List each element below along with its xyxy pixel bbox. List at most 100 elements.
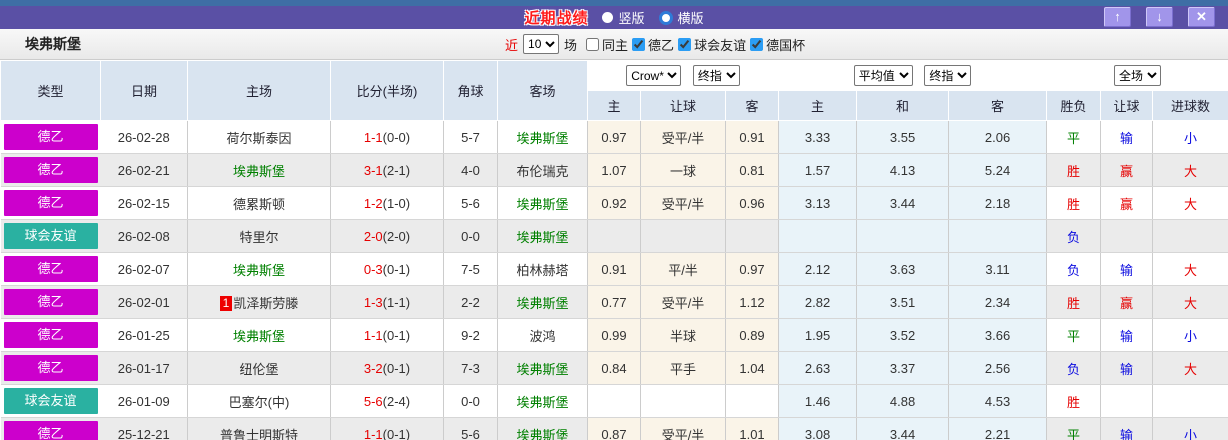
goals-result: 大 (1152, 153, 1228, 187)
corner-score: 7-5 (443, 252, 498, 286)
avg-home: 1.95 (778, 318, 858, 352)
away-team: 埃弗斯堡 (497, 120, 588, 154)
odds-handicap (640, 219, 726, 253)
radio-selected-icon[interactable] (602, 12, 614, 23)
results-table: 类型 日期 主场 比分(半场) 角球 客场 Crow* 终指 平均值 终指 全场 (0, 60, 1228, 440)
average-select[interactable]: 平均值 (853, 65, 913, 86)
radio-vertical-layout[interactable]: 竖版 (602, 8, 645, 27)
avg-draw: 3.44 (856, 417, 950, 440)
average-final-select[interactable]: 终指 (924, 65, 972, 86)
recent-count-select[interactable]: 10 (523, 34, 560, 54)
radio-horizontal-label: 横版 (677, 11, 704, 26)
score: 1-1(0-1) (330, 417, 444, 440)
scope-select[interactable]: 全场 (1114, 65, 1162, 86)
league-type: 球会友谊 (0, 219, 101, 253)
result: 胜 (1046, 153, 1102, 187)
radio-unselected-icon[interactable] (658, 10, 673, 25)
checkbox-input-德国杯[interactable] (750, 37, 764, 51)
odds-away (725, 219, 780, 253)
odds-handicap: 受平/半 (640, 285, 726, 319)
close-button[interactable]: ✕ (1188, 7, 1215, 27)
subheader-avg-home: 主 (778, 90, 858, 121)
odds-home: 0.77 (587, 285, 641, 319)
radio-horizontal-layout[interactable]: 横版 (658, 8, 704, 27)
match-date: 26-01-09 (100, 384, 188, 418)
avg-draw: 3.44 (856, 186, 950, 220)
window-buttons: ↑ ↓ ✕ (1104, 7, 1215, 27)
away-team: 布伦瑞克 (497, 153, 588, 187)
titlebar: 近期战绩 竖版 横版 ↑ ↓ ✕ (0, 6, 1228, 29)
home-team: 1 凯泽斯劳滕 (187, 285, 331, 319)
odds-handicap: 平/半 (640, 252, 726, 286)
league-badge: 德乙 (3, 421, 98, 440)
table-row: 球会友谊 26-02-08 特里尔 2-0(2-0) 0-0 埃弗斯堡 负 (0, 219, 1228, 253)
corner-score: 5-6 (443, 417, 498, 440)
odds-home: 0.97 (587, 120, 641, 154)
checkbox-input-球会友谊[interactable] (678, 37, 692, 51)
score: 0-3(0-1) (330, 252, 444, 286)
avg-home: 1.46 (778, 384, 858, 418)
home-team: 埃弗斯堡 (187, 318, 331, 352)
subheader-odds-away: 客 (724, 90, 780, 121)
odds-handicap (640, 384, 726, 418)
odds-home: 0.84 (587, 351, 641, 385)
checkbox-label: 球会友谊 (694, 37, 747, 53)
checkbox-input-德乙[interactable] (632, 37, 646, 51)
result: 负 (1046, 351, 1102, 385)
team-name: 埃弗斯堡 (25, 36, 81, 52)
results-tbody: 德乙 26-02-28 荷尔斯泰因 1-1(0-0) 5-7 埃弗斯堡 0.97 受平/半 0.… (0, 120, 1228, 440)
corner-score: 0-0 (443, 219, 498, 253)
odds-source-select[interactable]: Crow* (626, 65, 682, 86)
move-up-button[interactable]: ↑ (1104, 7, 1131, 27)
odds-handicap: 一球 (640, 153, 726, 187)
odds-handicap: 受平/半 (640, 417, 726, 440)
goals-result: 小 (1152, 318, 1228, 352)
result: 负 (1046, 219, 1102, 253)
avg-home: 3.13 (778, 186, 858, 220)
score: 5-6(2-4) (330, 384, 444, 418)
col-header-score: 比分(半场) (330, 60, 444, 121)
goals-result (1152, 219, 1228, 253)
filter-checkbox-球会友谊[interactable]: 球会友谊 (674, 35, 746, 54)
avg-home: 3.33 (778, 120, 858, 154)
header-row-top: 类型 日期 主场 比分(半场) 角球 客场 Crow* 终指 平均值 终指 全场 (0, 60, 1228, 121)
handicap-result: 赢 (1100, 153, 1154, 187)
checkbox-input-同主[interactable] (586, 37, 600, 51)
odds-away: 0.91 (725, 120, 780, 154)
handicap-result: 输 (1100, 351, 1154, 385)
league-badge: 德乙 (3, 157, 98, 183)
odds-home: 0.87 (587, 417, 641, 440)
handicap-result: 输 (1100, 417, 1154, 440)
table-row: 德乙 26-01-17 纽伦堡 3-2(0-1) 7-3 埃弗斯堡 0.84 平手 1.04 2.… (0, 351, 1228, 385)
avg-away: 2.21 (948, 417, 1048, 440)
odds-final-select[interactable]: 终指 (692, 65, 740, 86)
checkbox-label: 同主 (602, 37, 629, 53)
league-type: 德乙 (0, 285, 101, 319)
avg-home: 2.12 (778, 252, 858, 286)
filter-checkbox-德国杯[interactable]: 德国杯 (746, 35, 805, 54)
handicap-result (1100, 219, 1154, 253)
filter-checkboxes: 同主 德乙 球会友谊 德国杯 (582, 35, 805, 54)
result: 平 (1046, 318, 1102, 352)
table-row: 德乙 26-02-15 德累斯顿 1-2(1-0) 5-6 埃弗斯堡 0.92 受平/半 0.9… (0, 186, 1228, 220)
page-title: 近期战绩 (524, 10, 589, 27)
odds-away (725, 384, 780, 418)
move-down-button[interactable]: ↓ (1146, 7, 1173, 27)
odds-home: 1.07 (587, 153, 641, 187)
goals-result: 小 (1152, 120, 1228, 154)
match-date: 26-02-08 (100, 219, 188, 253)
average-dropdown-cell: 平均值 终指 (778, 60, 1048, 91)
goals-result: 大 (1152, 351, 1228, 385)
avg-away: 5.24 (948, 153, 1048, 187)
result: 平 (1046, 417, 1102, 440)
away-team: 埃弗斯堡 (497, 417, 588, 440)
filter-checkbox-同主[interactable]: 同主 (582, 35, 628, 54)
odds-away: 0.96 (725, 186, 780, 220)
filter-checkbox-德乙[interactable]: 德乙 (628, 35, 674, 54)
avg-away: 3.66 (948, 318, 1048, 352)
corner-score: 2-2 (443, 285, 498, 319)
away-team: 波鸿 (497, 318, 588, 352)
subheader-handicap-result: 让球 (1100, 90, 1154, 121)
table-row: 德乙 26-02-21 埃弗斯堡 3-1(2-1) 4-0 布伦瑞克 1.07 一球 0.81 1… (0, 153, 1228, 187)
goals-result (1152, 384, 1228, 418)
